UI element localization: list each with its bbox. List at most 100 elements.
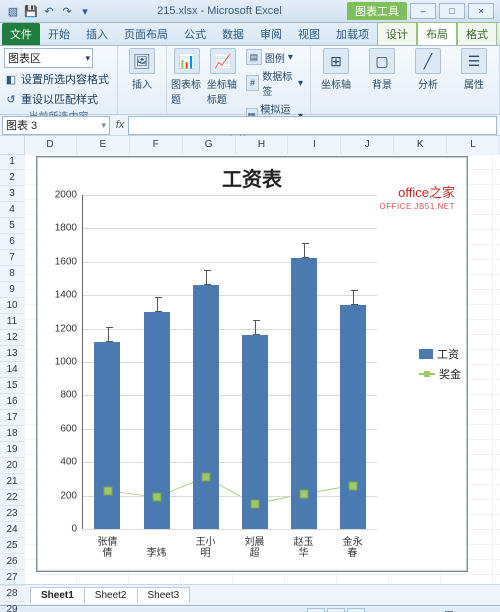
bar[interactable] [94,342,120,529]
row-header[interactable]: 21 [0,474,24,490]
row-header[interactable]: 17 [0,410,24,426]
row-header[interactable]: 26 [0,554,24,570]
row-header[interactable]: 12 [0,330,24,346]
formula-bar-row: 图表 3 fx [0,115,500,136]
reset-style-button[interactable]: ↺重设以匹配样式 [4,90,98,108]
sheet-tab[interactable]: Sheet2 [84,587,138,603]
row-header[interactable]: 8 [0,266,24,282]
line-marker[interactable] [152,493,161,502]
column-header[interactable]: J [341,136,394,154]
row-header[interactable]: 15 [0,378,24,394]
embedded-chart[interactable]: 工资表 office之家OFFICE.JB51.NET 020040060080… [36,156,468,572]
qat-more-icon[interactable]: ▾ [78,4,92,18]
format-selection-button[interactable]: ◧设置所选内容格式 [4,70,109,88]
undo-icon[interactable]: ↶ [42,4,56,18]
column-headers[interactable]: DEFGHIJKL [24,136,500,155]
tab-review[interactable]: 审阅 [252,23,290,45]
axes-button[interactable]: ⊞坐标轴 [315,48,357,91]
tab-insert[interactable]: 插入 [78,23,116,45]
sheet-tab[interactable]: Sheet3 [137,587,191,603]
tab-design[interactable]: 设计 [377,22,417,45]
row-header[interactable]: 22 [0,490,24,506]
bar[interactable] [340,305,366,529]
row-header[interactable]: 16 [0,394,24,410]
view-pagebreak-icon[interactable]: ▧ [347,608,365,612]
line-marker[interactable] [103,486,112,495]
row-header[interactable]: 29 [0,602,24,612]
column-header[interactable]: E [77,136,130,154]
column-header[interactable]: K [394,136,447,154]
row-header[interactable]: 9 [0,282,24,298]
maximize-button[interactable]: □ [439,3,465,19]
redo-icon[interactable]: ↷ [60,4,74,18]
view-normal-icon[interactable]: ▦ [307,608,325,612]
row-header[interactable]: 6 [0,234,24,250]
chart-y-axis[interactable]: 0200400600800100012001400160018002000 [37,195,81,529]
row-header[interactable]: 25 [0,538,24,554]
minimize-button[interactable]: – [410,3,436,19]
bar[interactable] [193,285,219,529]
chart-title-button[interactable]: 📊图表标题 [171,48,203,106]
cell-grid[interactable]: 工资表 office之家OFFICE.JB51.NET 020040060080… [24,154,500,584]
line-marker[interactable] [250,499,259,508]
row-header[interactable]: 28 [0,586,24,602]
tab-data[interactable]: 数据 [214,23,252,45]
row-header[interactable]: 3 [0,186,24,202]
worksheet[interactable]: 1234567891011121314151617181920212223242… [0,136,500,584]
close-button[interactable]: × [468,3,494,19]
column-header[interactable]: G [183,136,236,154]
row-header[interactable]: 13 [0,346,24,362]
axis-title-button[interactable]: 📈坐标轴标题 [207,48,239,106]
column-header[interactable]: I [288,136,341,154]
tab-format[interactable]: 格式 [457,22,497,45]
column-header[interactable]: H [236,136,289,154]
chart-legend[interactable]: 工资 奖金 [419,342,461,386]
row-header[interactable]: 11 [0,314,24,330]
column-header[interactable]: D [24,136,77,154]
row-header[interactable]: 2 [0,170,24,186]
save-icon[interactable]: 💾 [24,4,38,18]
bar[interactable] [291,258,317,529]
row-header[interactable]: 14 [0,362,24,378]
tab-home[interactable]: 开始 [40,23,78,45]
row-header[interactable]: 18 [0,426,24,442]
properties-button[interactable]: ☰属性 [453,48,495,91]
tab-view[interactable]: 视图 [290,23,328,45]
column-header[interactable]: F [130,136,183,154]
row-header[interactable]: 5 [0,218,24,234]
legend-button[interactable]: ▤图例▾ [243,48,306,66]
legend-item-bar[interactable]: 工资 [419,346,461,362]
tab-formulas[interactable]: 公式 [176,23,214,45]
line-marker[interactable] [201,473,210,482]
analysis-button[interactable]: ╱分析 [407,48,449,91]
row-header[interactable]: 24 [0,522,24,538]
row-header[interactable]: 7 [0,250,24,266]
fx-icon[interactable]: fx [112,119,128,131]
background-button[interactable]: ▢背景 [361,48,403,91]
row-header[interactable]: 20 [0,458,24,474]
name-box[interactable]: 图表 3 [2,116,110,135]
legend-item-line[interactable]: 奖金 [419,366,461,382]
select-all-corner[interactable] [0,136,25,155]
tab-addins[interactable]: 加载项 [328,23,377,45]
line-marker[interactable] [348,481,357,490]
chart-element-combo[interactable]: 图表区 [4,48,93,68]
tab-file[interactable]: 文件 [2,23,40,45]
row-header[interactable]: 23 [0,506,24,522]
row-header[interactable]: 10 [0,298,24,314]
data-labels-button[interactable]: #数据标签▾ [243,67,306,99]
tab-pagelayout[interactable]: 页面布局 [116,23,176,45]
tab-layout[interactable]: 布局 [417,22,457,45]
row-header[interactable]: 1 [0,154,24,170]
row-header[interactable]: 4 [0,202,24,218]
column-header[interactable]: L [447,136,500,154]
sheet-tab[interactable]: Sheet1 [30,587,85,603]
formula-bar[interactable] [128,116,497,135]
row-header[interactable]: 27 [0,570,24,586]
insert-button[interactable]: 🖼插入 [122,48,162,91]
view-pagelayout-icon[interactable]: ▤ [327,608,345,612]
row-header[interactable]: 19 [0,442,24,458]
row-headers[interactable]: 1234567891011121314151617181920212223242… [0,154,25,584]
line-marker[interactable] [299,489,308,498]
chart-plot-area[interactable]: 张倩倩李炜王小明刘晨超赵玉华金永春 [83,195,377,529]
